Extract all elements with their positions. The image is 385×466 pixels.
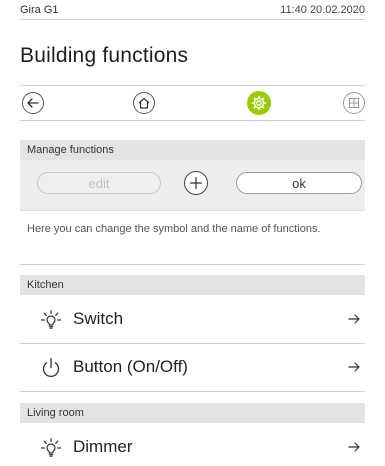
arrow-right-icon [348, 362, 360, 372]
group-header-living-room: Living room [20, 403, 365, 423]
ok-button[interactable]: ok [236, 172, 362, 194]
page-title: Building functions [20, 44, 189, 67]
manage-hint-text: Here you can change the symbol and the n… [20, 210, 365, 265]
arrow-right-icon [348, 442, 360, 452]
grid-view-button[interactable] [343, 92, 365, 114]
settings-button[interactable] [247, 91, 271, 115]
manage-functions-header: Manage functions [20, 140, 365, 160]
function-label: Dimmer [73, 437, 133, 456]
navigation-bar [20, 85, 365, 121]
status-bar: Gira G1 11:40 20.02.2020 [20, 0, 365, 20]
gear-icon [251, 95, 267, 111]
manage-toolbar: edit ok [20, 160, 365, 210]
back-button[interactable] [22, 92, 44, 114]
lightbulb-icon [40, 437, 62, 457]
function-row-button-on-off[interactable]: Button (On/Off) [20, 344, 365, 392]
gira-g1-screen: Gira G1 11:40 20.02.2020 Building functi… [0, 0, 385, 466]
lightbulb-icon [40, 309, 62, 329]
status-clock: 11:40 20.02.2020 [280, 4, 365, 16]
device-brand: Gira G1 [20, 4, 59, 16]
add-function-button[interactable] [184, 171, 208, 195]
grid-icon [349, 98, 359, 108]
house-icon [138, 97, 150, 109]
plus-icon [189, 176, 203, 190]
function-row-switch[interactable]: Switch [20, 296, 365, 344]
edit-button[interactable]: edit [37, 172, 161, 194]
group-header-kitchen: Kitchen [20, 275, 365, 295]
function-label: Switch [73, 309, 124, 328]
function-row-dimmer[interactable]: Dimmer [20, 424, 365, 466]
arrow-right-icon [348, 314, 360, 324]
arrow-left-icon [27, 98, 39, 108]
power-icon [42, 357, 60, 377]
function-label: Button (On/Off) [73, 357, 188, 376]
home-button[interactable] [133, 92, 155, 114]
